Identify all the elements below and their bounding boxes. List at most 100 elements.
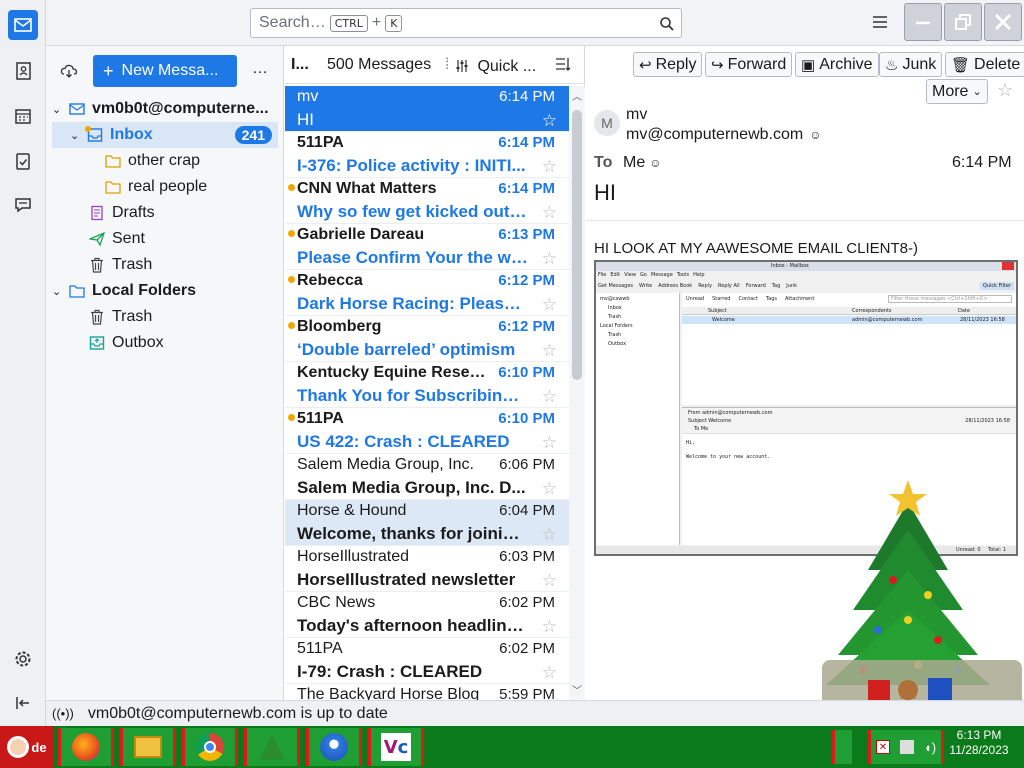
message-time: 6:04 PM [499,502,555,519]
more-button[interactable]: More ⌄ [926,79,988,104]
message-row[interactable]: 511PA 6:10 PM US 422: Crash : CLEARED ☆ [285,408,569,454]
forward-button[interactable]: ↪ Forward [705,52,793,77]
close-button[interactable] [984,3,1022,41]
reply-button[interactable]: ↩ Reply [633,52,703,77]
message-subject: I-376: Police activity : INITI... [297,156,526,175]
forward-icon: ↪ [711,56,724,74]
app-menu-button[interactable] [872,14,888,35]
network-icon[interactable] [899,740,914,754]
recipient[interactable]: Me ☺ [623,154,662,172]
message-time: 5:59 PM [499,686,555,700]
star-icon[interactable]: ☆ [542,203,557,223]
message-row[interactable]: Bloomberg 6:12 PM ‘Double barreled’ optimi… [285,316,569,362]
message-row[interactable]: Gabrielle Dareau 6:13 PM Please Confirm Yo… [285,224,569,270]
scroll-thumb[interactable] [572,110,582,380]
star-icon[interactable]: ☆ [542,341,557,361]
scroll-down-icon[interactable]: ﹀ [572,682,582,697]
star-icon[interactable]: ☆ [542,617,557,637]
show-hidden-icons-button[interactable] [832,730,852,764]
collapse-spaces-button[interactable] [8,688,38,718]
folder-sent[interactable]: Sent [52,226,278,252]
message-row[interactable]: The Backyard Horse Blog 5:59 PM [285,684,569,700]
minimize-button[interactable] [904,3,942,41]
taskbar-thunderbird[interactable] [306,728,362,766]
address-book-add-icon[interactable]: ☺ [809,128,821,142]
star-icon[interactable]: ☆ [542,387,557,407]
star-icon[interactable]: ☆ [542,663,557,683]
folder-real-people[interactable]: real people [52,174,278,200]
folder-trash[interactable]: Trash [52,252,278,278]
star-icon[interactable]: ☆ [542,479,557,499]
message-row[interactable]: mv 6:14 PM HI ☆ [285,86,569,132]
chat-space-button[interactable] [8,190,38,220]
drafts-icon [88,204,106,222]
calendar-space-button[interactable] [8,101,38,131]
junk-button[interactable]: ♨ Junk [879,52,943,77]
star-icon[interactable]: ☆ [542,157,557,177]
taskbar-chrome[interactable] [182,728,238,766]
get-messages-button[interactable] [60,62,78,85]
firefox-icon [72,733,100,761]
folder-other-crap[interactable]: other crap [52,148,278,174]
message-row[interactable]: CBC News 6:02 PM Today's afternoon headlin… [285,592,569,638]
folder-pane-menu-button[interactable]: … [252,60,268,78]
message-time: 6:02 PM [499,640,555,657]
account-row[interactable]: ⌄ vm0b0t@computerne... [52,96,278,122]
column-indicator[interactable]: I... [291,56,309,74]
message-row[interactable]: HorseIllustrated 6:03 PM HorseIllustrated … [285,546,569,592]
message-subject: Salem Media Group, Inc. D... [297,478,526,497]
local-folders-row[interactable]: ⌄ Local Folders [52,278,278,304]
tasks-space-button[interactable] [8,146,38,176]
message-row[interactable]: CNN What Matters 6:14 PM Why so few get ki… [285,178,569,224]
message-list-header: I... 500 Messages ⁞ Quick ... [285,46,585,84]
folder-local-trash[interactable]: Trash [52,304,278,330]
message-subject: US 422: Crash : CLEARED [297,432,510,451]
taskbar-file-manager[interactable] [120,728,176,766]
new-message-button[interactable]: + New Messa... [93,55,237,87]
star-icon[interactable]: ☆ [542,433,557,453]
taskbar-firefox[interactable] [58,728,114,766]
message-time: 6:06 PM [499,456,555,473]
settings-button[interactable] [8,644,38,674]
search-input[interactable]: Search… CTRL + K [250,8,682,38]
star-icon[interactable]: ☆ [542,111,557,131]
message-subject: HI [297,110,314,129]
folder-outbox[interactable]: Outbox [52,330,278,356]
mail-space-button[interactable] [8,10,38,40]
taskbar-clock[interactable]: 6:13 PM 11/28/2023 [944,728,1014,758]
address-book-space-button[interactable] [8,56,38,86]
archive-button[interactable]: ▣ Archive [795,52,879,77]
thumb-toolbar-item: Junk [786,283,797,289]
start-button[interactable]: de [0,726,54,768]
network-warning-icon[interactable]: ✕ [875,740,890,754]
message-row[interactable]: 511PA 6:02 PM I-79: Crash : CLEARED ☆ [285,638,569,684]
star-icon[interactable]: ☆ [542,571,557,591]
star-icon[interactable]: ☆ [542,525,557,545]
scroll-up-icon[interactable]: ︿ [572,88,582,103]
star-icon[interactable]: ☆ [542,295,557,315]
restore-button[interactable] [944,3,982,41]
message-row[interactable]: Kentucky Equine Resear... 6:10 PM Thank Yo… [285,362,569,408]
volume-icon[interactable]: ◖) [924,740,936,755]
taskbar-vc[interactable]: Vc [368,728,424,766]
reply-icon: ↩ [639,56,652,74]
star-icon[interactable]: ☆ [997,80,1013,101]
sender-name: mv [626,106,648,123]
message-sender: Kentucky Equine Resear... [297,364,487,381]
message-row[interactable]: Salem Media Group, Inc. 6:06 PM Salem Medi… [285,454,569,500]
quick-filter-button[interactable]: Quick ... [455,58,536,76]
forward-label: Forward [727,55,787,73]
message-row[interactable]: 511PA 6:14 PM I-376: Police activity : INI… [285,132,569,178]
folder-inbox[interactable]: ⌄ Inbox 241 [52,122,278,148]
message-list-scrollbar[interactable]: ︿ ﹀ [569,86,585,700]
delete-button[interactable]: 🗑 Delete [945,52,1024,77]
list-display-options-button[interactable] [555,56,571,77]
taskbar-christmas-tree[interactable] [244,728,300,766]
star-icon[interactable]: ☆ [542,249,557,269]
shortcut-key-k: K [385,14,403,32]
message-row[interactable]: Horse & Hound 6:04 PM Welcome, thanks for … [285,500,569,546]
message-row[interactable]: Rebecca 6:12 PM Dark Horse Racing: Please … [285,270,569,316]
sender-email[interactable]: mv@computernewb.com ☺ [626,126,821,144]
folder-pane: + New Messa... … ⌄ vm0b0t@computerne... … [46,46,284,700]
folder-drafts[interactable]: Drafts [52,200,278,226]
